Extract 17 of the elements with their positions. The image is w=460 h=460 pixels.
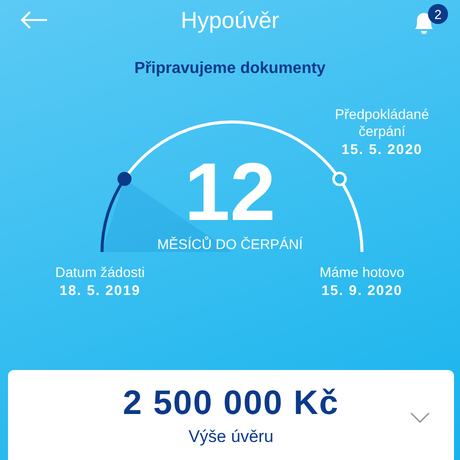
end-date: 15. 9. 2020	[321, 281, 403, 299]
end-label: Máme hotovo	[320, 264, 404, 281]
start-label: Datum žádosti	[55, 264, 145, 281]
loan-label: Výše úvěru	[188, 426, 274, 446]
planned-marker	[332, 172, 347, 186]
planned-label: Předpokládané čerpání	[334, 106, 430, 140]
chevron-down-icon[interactable]	[410, 412, 430, 423]
loan-amount: 2 500 000 Kč	[122, 384, 340, 422]
screen-title: Hypoúvěr	[180, 6, 280, 34]
planned-date: 15. 5. 2020	[341, 140, 423, 158]
months-label: MĚSÍCŮ DO ČERPÁNÍ	[157, 236, 303, 252]
months-value: 12	[184, 152, 276, 234]
notification-badge: 2	[428, 4, 448, 24]
status-title: Připravujeme dokumenty	[133, 60, 327, 78]
loan-card[interactable]: 2 500 000 Kč Výše úvěru	[8, 370, 454, 460]
back-arrow-icon[interactable]	[20, 11, 48, 29]
start-date: 18. 5. 2019	[59, 281, 141, 299]
